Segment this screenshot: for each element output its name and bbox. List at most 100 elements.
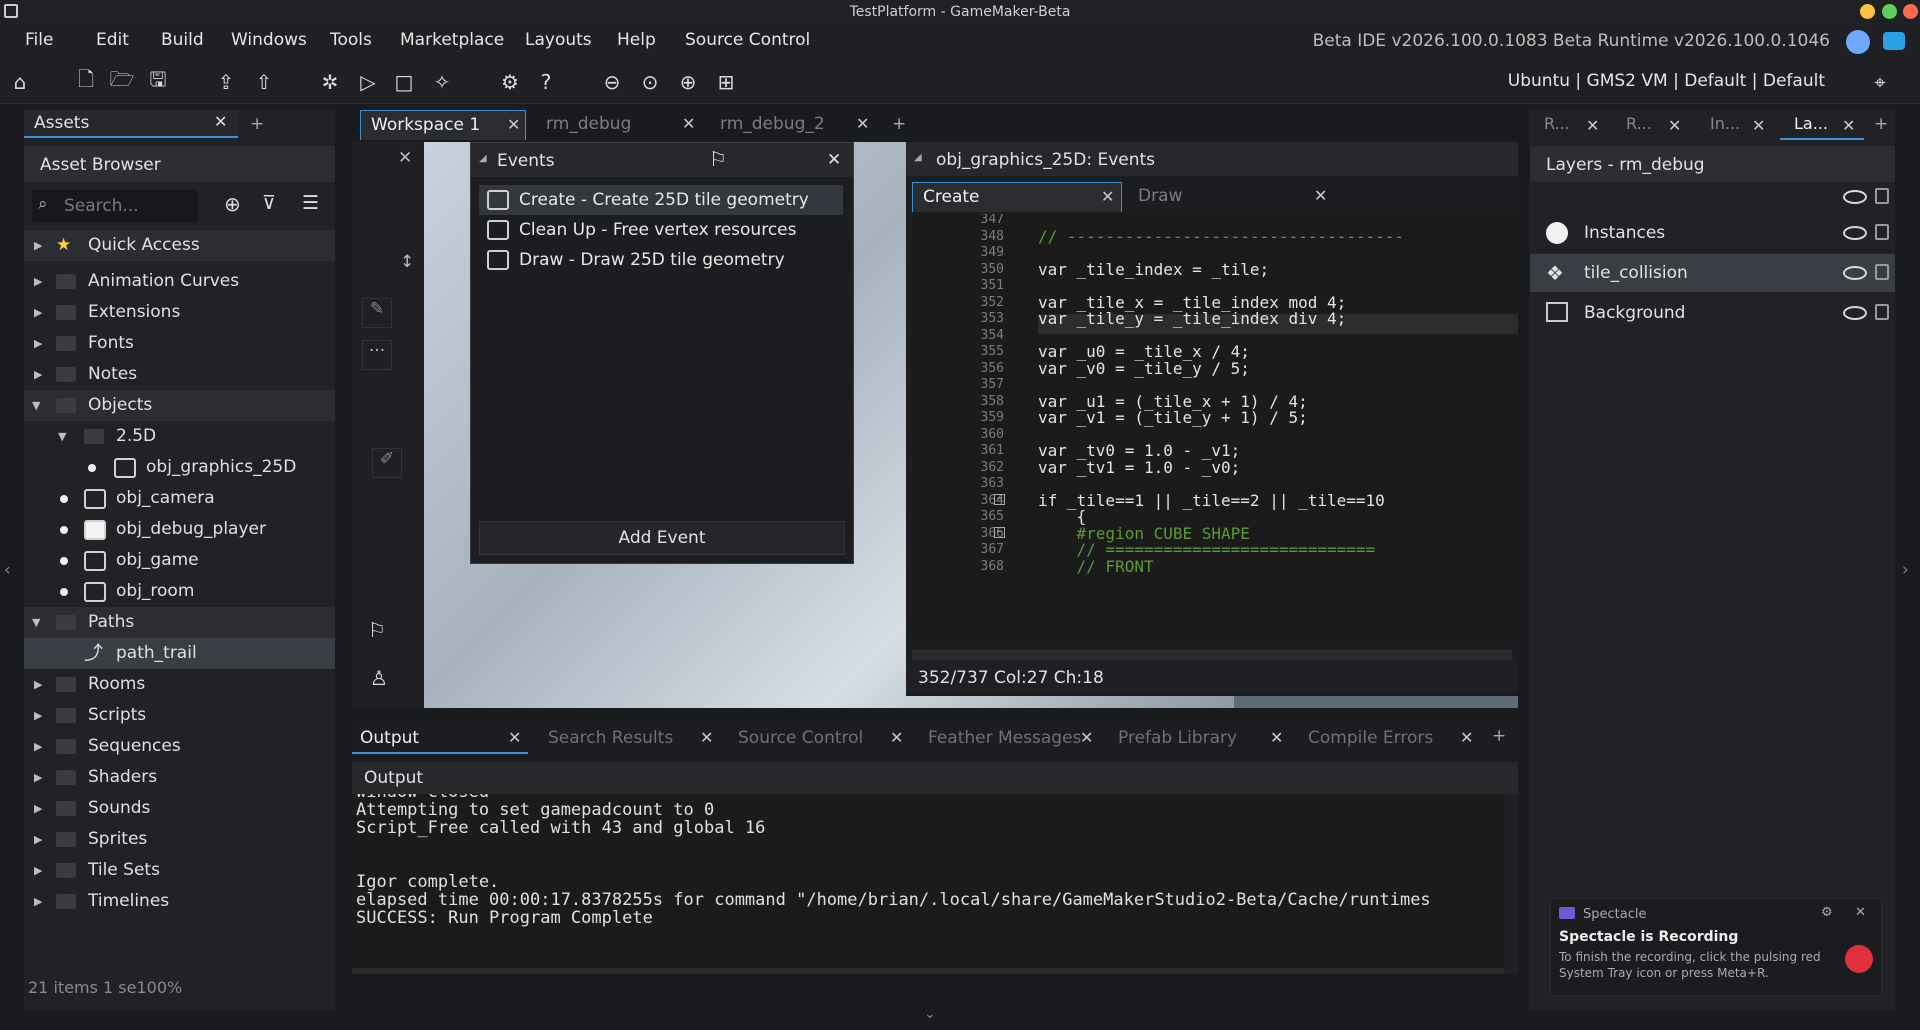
close-icon[interactable]: ✕ — [507, 111, 520, 139]
filter-icon[interactable]: ⊽ — [262, 192, 276, 214]
stop-icon[interactable]: □ — [390, 68, 418, 96]
tree-item-timelines[interactable]: ▶ Timelines — [24, 886, 335, 917]
tree-item-tile-sets[interactable]: ▶ Tile Sets — [24, 855, 335, 886]
lock-icon[interactable] — [1875, 304, 1889, 320]
tab-search-results[interactable]: Search Results ✕ — [540, 724, 720, 754]
home-icon[interactable]: ⌂ — [6, 68, 34, 96]
brush-icon[interactable]: ✎ — [362, 298, 392, 328]
close-icon[interactable]: ✕ — [1080, 724, 1093, 752]
lock-icon[interactable] — [1875, 188, 1889, 204]
menu-help[interactable]: Help — [617, 30, 656, 50]
menu-windows[interactable]: Windows — [231, 30, 307, 50]
tree-item-obj-game[interactable]: obj_game — [24, 545, 335, 576]
tree-item-extensions[interactable]: ▶ Extensions — [24, 297, 335, 328]
code-area[interactable]: 347 348 // -------------------------------… — [912, 214, 1518, 646]
new-project-icon[interactable]: 🗋 — [72, 67, 100, 96]
tab-instances[interactable]: In... ✕ — [1696, 110, 1776, 140]
tree-item-fonts[interactable]: ▶ Fonts — [24, 328, 335, 359]
tab-workspace-1[interactable]: Workspace 1 ✕ — [360, 110, 526, 140]
close-icon[interactable]: ✕ — [1314, 182, 1327, 210]
minimize-button[interactable] — [1860, 4, 1875, 19]
tree-item-animation-curves[interactable]: ▶ Animation Curves — [24, 266, 335, 297]
close-icon[interactable]: ✕ — [890, 724, 903, 752]
expand-down-icon[interactable]: ⌄ — [924, 1006, 936, 1022]
tab-prefab-library[interactable]: Prefab Library ✕ — [1110, 724, 1290, 754]
menu-tools[interactable]: Tools — [330, 30, 372, 50]
open-project-icon[interactable]: 🗁 — [108, 67, 136, 96]
code-scrollbar[interactable] — [912, 650, 1512, 660]
tab-r1[interactable]: R... ✕ — [1530, 110, 1608, 140]
close-icon[interactable]: ✕ — [1855, 905, 1866, 920]
tab-create[interactable]: Create ✕ — [912, 182, 1122, 212]
close-icon[interactable]: ✕ — [214, 112, 227, 131]
close-icon[interactable]: ✕ — [1460, 724, 1473, 752]
chat-icon[interactable] — [1883, 32, 1905, 50]
close-icon[interactable]: ✕ — [1270, 724, 1283, 752]
add-tab-icon[interactable]: + — [892, 114, 906, 134]
menu-icon[interactable]: ☰ — [302, 192, 319, 214]
close-icon[interactable]: ✕ — [1586, 112, 1599, 140]
menu-build[interactable]: Build — [161, 30, 204, 50]
close-icon[interactable]: ✕ — [682, 110, 695, 138]
close-icon[interactable]: ✕ — [827, 150, 841, 170]
tab-assets[interactable]: Assets ✕ — [24, 110, 238, 138]
tree-item-obj-debug-player[interactable]: obj_debug_player — [24, 514, 335, 545]
add-tab-icon[interactable]: + — [250, 114, 264, 134]
zoom-in-icon[interactable]: ⊕ — [674, 68, 702, 96]
close-icon[interactable]: ✕ — [508, 724, 521, 752]
zoom-reset-icon[interactable]: ⊙ — [636, 68, 664, 96]
settings-icon[interactable]: ⚙ — [1821, 905, 1833, 920]
flag-icon[interactable]: ⚐ — [368, 618, 386, 642]
clean-icon[interactable]: ✧ — [428, 68, 456, 96]
spectacle-notification[interactable]: Spectacle ⚙ ✕ Spectacle is Recording To … — [1550, 898, 1882, 996]
resize-icon[interactable]: ↕ — [400, 252, 414, 272]
tab-source-control[interactable]: Source Control ✕ — [730, 724, 910, 754]
run-icon[interactable]: ▷ — [354, 68, 382, 96]
layer-background[interactable]: Background — [1530, 294, 1895, 332]
collapse-icon[interactable]: ◢ — [479, 153, 487, 164]
close-icon[interactable]: ✕ — [1668, 112, 1681, 140]
menu-edit[interactable]: Edit — [96, 30, 129, 50]
tree-item-sprites[interactable]: ▶ Sprites — [24, 824, 335, 855]
output-v-scrollbar[interactable] — [1504, 794, 1518, 974]
target-settings-icon[interactable]: ⌖ — [1866, 68, 1894, 96]
menu-file[interactable]: File — [25, 30, 53, 50]
lock-icon[interactable] — [1875, 264, 1889, 280]
edit-icon[interactable]: ✐ — [372, 448, 402, 478]
tab-feather-messages[interactable]: Feather Messages ✕ — [920, 724, 1100, 754]
add-asset-icon[interactable]: ⊕ — [224, 192, 241, 216]
tree-item-obj-room[interactable]: obj_room — [24, 576, 335, 607]
fold-toggle-icon[interactable]: − — [994, 493, 1005, 505]
tree-item-sounds[interactable]: ▶ Sounds — [24, 793, 335, 824]
target-selector[interactable]: Ubuntu | GMS2 VM | Default | Default — [1508, 71, 1825, 91]
create-exe-icon[interactable]: ⇧ — [250, 68, 278, 96]
help-icon[interactable]: ? — [532, 68, 560, 96]
tree-item-shaders[interactable]: ▶ Shaders — [24, 762, 335, 793]
menu-source-control[interactable]: Source Control — [685, 30, 810, 50]
tree-item-rooms[interactable]: ▶ Rooms — [24, 669, 335, 700]
tree-item-objects[interactable]: ▼ Objects — [24, 390, 335, 421]
add-tab-icon[interactable]: + — [1492, 726, 1506, 746]
tab-layers[interactable]: La... ✕ — [1780, 110, 1864, 140]
search-input[interactable]: ⌕ Search... — [32, 190, 198, 222]
eye-icon[interactable] — [1843, 306, 1867, 320]
tree-item-obj-graphics-25d[interactable]: obj_graphics_25D — [24, 452, 335, 483]
tab-draw[interactable]: Draw ✕ — [1128, 182, 1338, 212]
tree-item-path-trail[interactable]: ⤴ path_trail — [24, 638, 335, 669]
tab-compile-errors[interactable]: Compile Errors ✕ — [1300, 724, 1480, 754]
collapse-left-icon[interactable]: ‹ — [4, 560, 11, 580]
close-icon[interactable]: ✕ — [1842, 112, 1855, 140]
output-console[interactable]: window closedAttempting to set gamepadco… — [352, 794, 1504, 974]
tab-rm-debug-2[interactable]: rm_debug_2 ✕ — [710, 110, 876, 140]
eye-icon[interactable] — [1843, 190, 1867, 204]
tree-item-paths[interactable]: ▼ Paths — [24, 607, 335, 638]
eye-icon[interactable] — [1843, 266, 1867, 280]
tree-item-obj-camera[interactable]: obj_camera — [24, 483, 335, 514]
tree-item-scripts[interactable]: ▶ Scripts — [24, 700, 335, 731]
save-icon[interactable]: 🖫 — [144, 67, 172, 96]
collapse-icon[interactable]: ◢ — [914, 152, 922, 163]
tab-output[interactable]: Output ✕ — [352, 724, 528, 754]
event-draw[interactable]: Draw - Draw 25D tile geometry — [479, 245, 843, 275]
event-create[interactable]: Create - Create 25D tile geometry — [479, 185, 843, 215]
menu-layouts[interactable]: Layouts — [525, 30, 592, 50]
